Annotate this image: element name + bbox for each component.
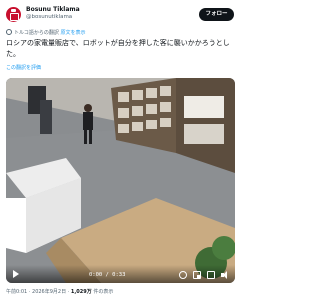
play-icon[interactable] — [13, 270, 19, 278]
globe-icon — [6, 29, 12, 35]
pip-icon[interactable] — [193, 271, 201, 279]
avatar[interactable] — [6, 7, 21, 22]
follow-button[interactable]: フォロー — [199, 8, 234, 21]
show-original-link[interactable]: 原文を表示 — [61, 30, 86, 36]
tweet-meta: 午前0:01 · 2026年9月2日 · 1,029万 件の表示 — [6, 288, 113, 296]
meta-separator-2: · — [67, 289, 70, 295]
volume-icon[interactable] — [221, 271, 228, 279]
tweet-text: ロシアの家電量販店で、ロボットが自分を押した客に襲いかかろうとした。 — [6, 39, 230, 58]
brand-logo-icon — [10, 9, 19, 21]
video-player[interactable]: 0:00 / 0:33 — [6, 78, 235, 283]
translation-notice-row: トルコ語からの翻訳 原文を表示 — [6, 29, 86, 37]
settings-gear-icon[interactable] — [179, 271, 187, 279]
tweet-time[interactable]: 午前0:01 — [6, 289, 27, 295]
tweet-date[interactable]: 2026年9月2日 — [32, 289, 66, 295]
video-frame — [6, 78, 235, 283]
views-label: 件の表示 — [93, 289, 114, 295]
author-handle[interactable]: @bosunutiklama — [26, 14, 72, 21]
video-time: 0:00 / 0:33 — [89, 272, 126, 278]
meta-separator: · — [28, 289, 31, 295]
author-display-name[interactable]: Bosunu Tiklama — [26, 6, 80, 14]
views-count: 1,029万 — [70, 289, 92, 295]
rate-translation-link[interactable]: この翻訳を評価 — [6, 65, 41, 72]
translation-notice: トルコ語からの翻訳 — [14, 30, 59, 36]
fullscreen-icon[interactable] — [207, 271, 215, 279]
